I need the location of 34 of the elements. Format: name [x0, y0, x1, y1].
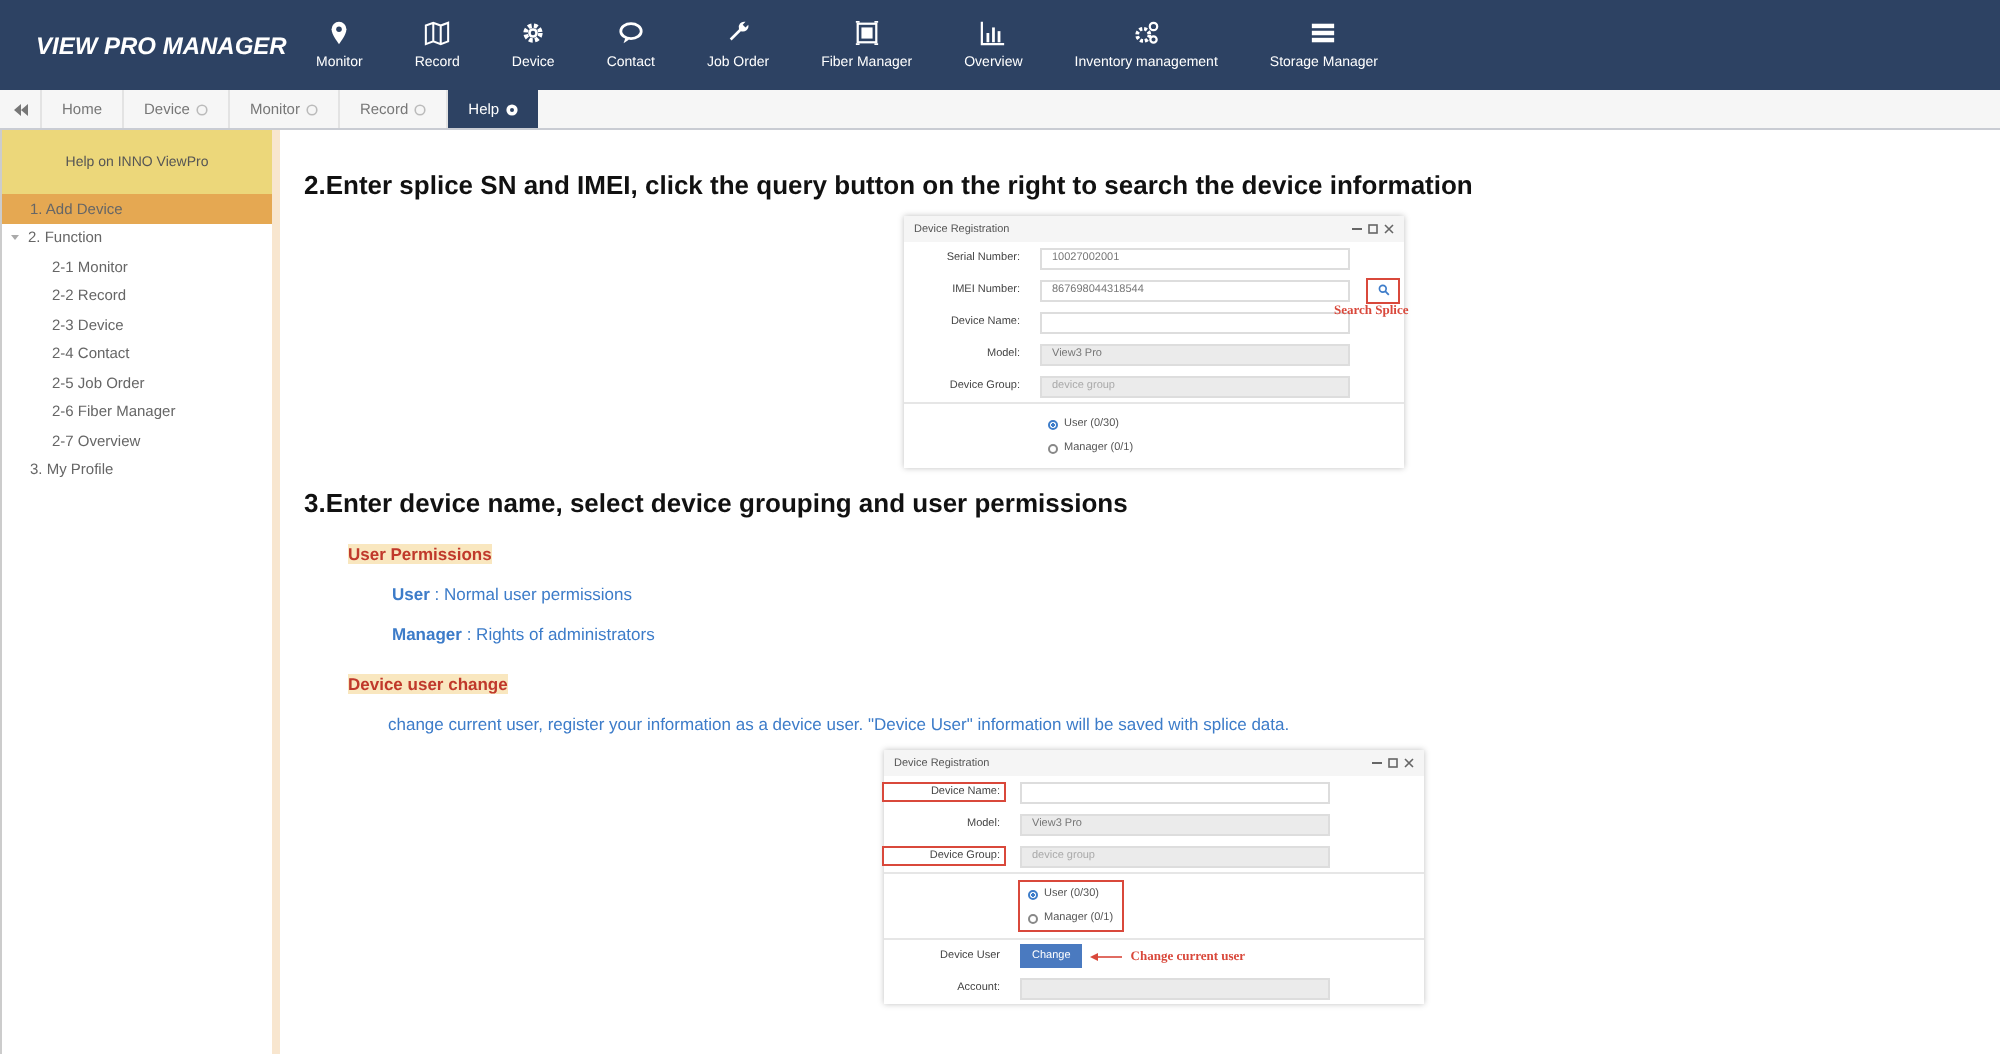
chart-icon	[980, 20, 1007, 46]
list-icon	[1310, 20, 1337, 46]
arrow-icon	[1090, 951, 1123, 961]
radio-button[interactable]	[1028, 889, 1038, 899]
maximize-icon	[1388, 758, 1398, 768]
subsection-title: Device user change	[348, 674, 508, 694]
definition-text: Manager : Rights of administrators	[392, 624, 657, 644]
search-icon	[1377, 284, 1389, 296]
section-heading: 3.Enter device name, select device grouping and user permissions	[304, 488, 1130, 518]
radio-button[interactable]	[1048, 443, 1058, 453]
paragraph-text: change current user, register your information as a device user. "Device User" information will be saved with splice data.	[388, 714, 1292, 734]
radio-button[interactable]	[1048, 419, 1058, 429]
maximize-icon	[1368, 224, 1378, 234]
radio-button[interactable]	[1028, 913, 1038, 923]
chat-icon	[617, 20, 644, 46]
close-icon	[1404, 758, 1414, 768]
input-field[interactable]	[1020, 781, 1330, 803]
subsection-title: User Permissions	[348, 544, 492, 564]
close-icon	[1384, 224, 1394, 234]
section-heading: 2.Enter splice SN and IMEI, click the query button on the right to search the device information	[304, 170, 1475, 200]
map-icon	[424, 20, 451, 46]
minimize-icon	[1352, 224, 1362, 234]
gear-icon	[520, 20, 547, 46]
app-logo: VIEW PRO MANAGER	[34, 31, 289, 59]
close-icon[interactable]	[505, 103, 518, 115]
definition-text: User : Normal user permissions	[392, 584, 634, 604]
search-button[interactable]	[1366, 277, 1400, 303]
gears-icon	[1133, 20, 1160, 46]
wrench-icon	[725, 20, 752, 46]
frame-icon	[853, 20, 880, 46]
collapse-icon[interactable]	[13, 103, 27, 115]
input-field[interactable]	[1040, 311, 1350, 333]
caret-icon[interactable]	[10, 232, 20, 243]
minimize-icon	[1372, 758, 1382, 768]
